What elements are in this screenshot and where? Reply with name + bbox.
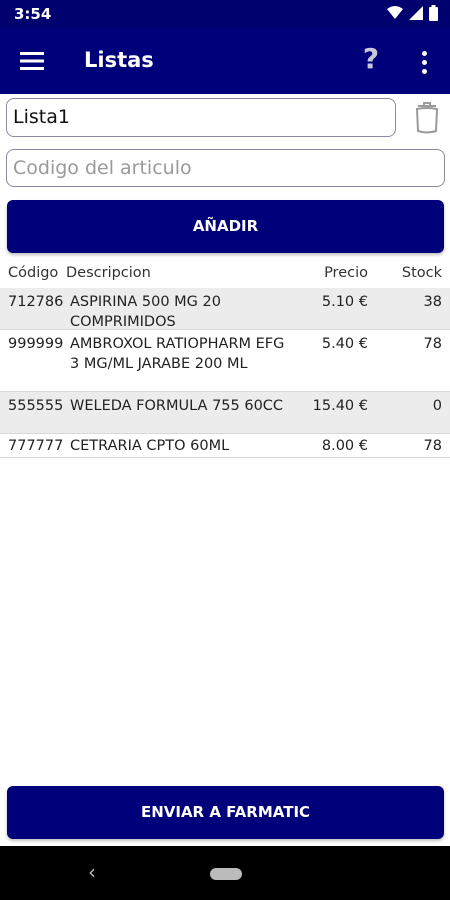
row-description: ASPIRINA 500 MG 20 COMPRIMIDOS [70, 294, 221, 330]
row-price: 5.10 € [321, 294, 368, 310]
table-row[interactable]: 777777 CETRARIA CPTO 60ML 8.00 € 78 [0, 434, 450, 458]
row-stock: 38 [423, 294, 442, 310]
page-title: Listas [84, 48, 154, 72]
row-code: 777777 [8, 438, 64, 454]
table-row[interactable]: 555555 WELEDA FORMULA 755 60CC 15.40 € 0 [0, 392, 450, 434]
header-price: Precio [324, 265, 368, 281]
send-to-farmatic-button[interactable]: ENVIAR A FARMATIC [7, 786, 444, 839]
header-description: Descripcion [66, 265, 151, 281]
row-code: 712786 [8, 294, 64, 310]
table-row[interactable]: 712786 ASPIRINA 500 MG 20 COMPRIMIDOS 5.… [0, 288, 450, 330]
trash-icon [415, 102, 439, 134]
items-table: Código Descripcion Precio Stock 712786 A… [0, 258, 450, 458]
help-button[interactable]: ? [354, 42, 388, 80]
list-name-field[interactable]: Lista1 [6, 98, 396, 137]
header-code: Código [8, 265, 59, 281]
back-chevron-icon[interactable]: ‹ [88, 860, 96, 884]
add-button[interactable]: AÑADIR [7, 200, 444, 253]
more-options-button[interactable] [410, 46, 438, 78]
row-description: WELEDA FORMULA 755 60CC [70, 398, 284, 414]
row-price: 8.00 € [321, 438, 368, 454]
status-bar: 3:54 [0, 0, 450, 28]
table-row[interactable]: 999999 AMBROXOL RATIOPHARM EFG 3 MG/ML J… [0, 330, 450, 392]
row-code: 555555 [8, 398, 64, 414]
hamburger-icon [20, 52, 44, 70]
row-code: 999999 [8, 336, 64, 352]
wifi-icon [387, 6, 403, 19]
row-price: 5.40 € [321, 336, 368, 352]
home-pill-icon[interactable] [210, 868, 242, 880]
dot-icon [421, 50, 427, 56]
battery-icon [429, 5, 438, 21]
dot-icon [421, 68, 427, 74]
status-icons [387, 5, 438, 21]
row-price: 15.40 € [312, 398, 368, 414]
menu-button[interactable] [14, 46, 50, 76]
row-description: CETRARIA CPTO 60ML [70, 438, 230, 454]
row-description: AMBROXOL RATIOPHARM EFG 3 MG/ML JARABE 2… [70, 336, 285, 372]
signal-icon [409, 6, 423, 20]
table-header: Código Descripcion Precio Stock [0, 258, 450, 288]
app-bar: Listas ? [0, 28, 450, 94]
row-stock: 0 [432, 398, 442, 414]
row-stock: 78 [423, 438, 442, 454]
system-nav-bar: ‹ [0, 846, 450, 900]
dot-icon [421, 59, 427, 65]
delete-list-button[interactable] [412, 101, 442, 135]
status-time: 3:54 [14, 5, 52, 23]
row-stock: 78 [423, 336, 442, 352]
header-stock: Stock [401, 265, 442, 281]
article-code-input[interactable]: Codigo del articulo [6, 149, 445, 187]
